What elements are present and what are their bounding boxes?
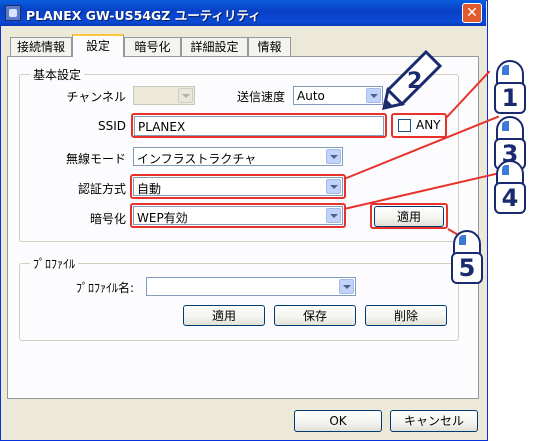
any-checkbox[interactable] [398,119,411,132]
basic-settings-title: 基本設定 [30,66,85,83]
apply-settings-button[interactable]: 適用 [374,206,444,227]
cancel-button[interactable]: キャンセル [390,410,478,432]
encryption-value: WEP有効 [137,211,188,225]
mode-label: 無線モード [65,152,126,166]
auth-value: 自動 [137,182,162,196]
profile-group-title: ﾌﾟﾛﾌｧｲﾙ [30,255,79,272]
profile-save-button[interactable]: 保存 [274,305,356,326]
step-1-number: 1 [494,82,526,114]
any-label: ANY [416,118,441,132]
step-4-marker: 4 [494,160,526,214]
step-4-number: 4 [494,182,526,214]
ssid-input[interactable]: PLANEX [134,116,384,136]
window-title: PLANEX GW-US54GZ ユーティリティ [26,8,261,23]
auth-select[interactable]: 自動 [133,177,343,196]
rate-select[interactable]: Auto [293,86,383,105]
rate-label: 送信速度 [237,90,286,104]
auth-label: 認証方式 [77,182,126,196]
tab-encryption[interactable]: 暗号化 [124,37,181,56]
chevron-down-icon [326,149,341,164]
step-5-marker: 5 [451,230,483,284]
close-button[interactable]: ✕ [462,3,482,23]
app-icon [5,5,21,21]
tab-advanced[interactable]: 詳細設定 [181,37,248,56]
step-5-number: 5 [451,252,483,284]
profile-apply-button[interactable]: 適用 [183,305,265,326]
ok-button[interactable]: OK [294,410,382,432]
tab-connection-info[interactable]: 接続情報 [10,37,72,56]
channel-select[interactable] [133,86,195,105]
encryption-label: 暗号化 [89,212,126,226]
step-2-number: 2 [407,69,422,94]
chevron-down-icon [326,179,341,194]
profile-delete-button[interactable]: 削除 [365,305,447,326]
pencil-icon: 2 [382,50,442,110]
encryption-select[interactable]: WEP有効 [133,206,343,225]
step-1-marker: 1 [494,60,526,114]
mode-value: インフラストラクチャ [137,152,257,166]
chevron-down-icon [178,88,193,103]
tab-info[interactable]: 情報 [248,37,291,56]
channel-label: チャンネル [66,90,126,104]
tab-settings[interactable]: 設定 [72,34,124,57]
mode-select[interactable]: インフラストラクチャ [133,147,343,166]
ssid-label: SSID [97,119,126,133]
rate-value: Auto [297,89,325,103]
profile-name-label: ﾌﾟﾛﾌｧｲﾙ名: [76,281,135,295]
ssid-value: PLANEX [138,120,186,134]
chevron-down-icon [326,208,341,223]
profile-group [19,263,459,341]
chevron-down-icon [339,279,354,294]
chevron-down-icon [366,88,381,103]
profile-name-select[interactable] [146,277,356,296]
